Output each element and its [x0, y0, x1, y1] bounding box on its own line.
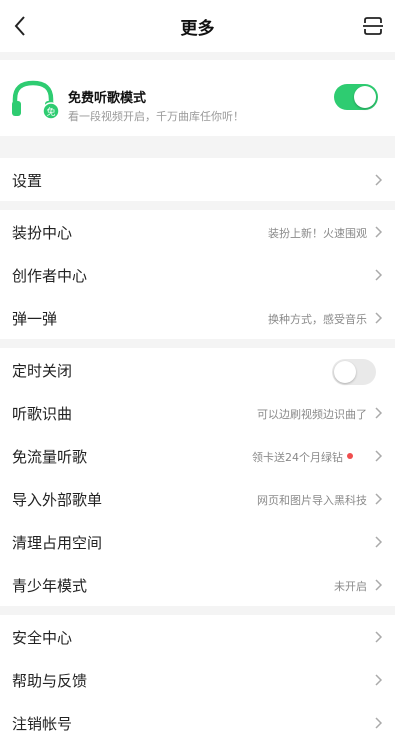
row-security-center[interactable]: 安全中心: [0, 615, 395, 658]
row-clean-storage[interactable]: 清理占用空间: [0, 520, 395, 563]
row-hint: 装扮上新！火速围观: [268, 227, 367, 240]
chevron-right-icon: [375, 312, 383, 324]
scan-icon: [363, 17, 383, 35]
page-title: 更多: [180, 19, 215, 39]
row-hint: 换种方式，感受音乐: [268, 313, 367, 326]
free-mode-title: 免费听歌模式: [68, 91, 147, 106]
chevron-right-icon: [375, 493, 383, 505]
row-hint: 领卡送24个月绿钻: [252, 451, 343, 464]
row-label: 青少年模式: [12, 577, 88, 595]
row-dress-center[interactable]: 装扮中心 装扮上新！火速围观: [0, 210, 395, 253]
row-label: 创作者中心: [12, 267, 88, 285]
free-badge-text: 免: [46, 106, 55, 118]
chevron-right-icon: [375, 579, 383, 591]
chevron-right-icon: [375, 631, 383, 643]
row-settings[interactable]: 设置: [0, 158, 395, 201]
headphone-icon: 免: [12, 80, 60, 120]
row-label: 导入外部歌单: [12, 491, 103, 509]
row-timer-off: 定时关闭: [0, 348, 395, 391]
group-personal: 装扮中心 装扮上新！火速围观 创作者中心 弹一弹 换种方式，感受音乐: [0, 210, 395, 339]
row-hint: 未开启: [334, 580, 367, 593]
free-mode-toggle[interactable]: [334, 84, 378, 110]
timer-toggle[interactable]: [332, 359, 376, 385]
row-song-recognition[interactable]: 听歌识曲 可以边刷视频边识曲了: [0, 391, 395, 434]
row-youth-mode[interactable]: 青少年模式 未开启: [0, 563, 395, 606]
row-creator-center[interactable]: 创作者中心: [0, 253, 395, 296]
row-label: 帮助与反馈: [12, 672, 88, 690]
row-import-playlist[interactable]: 导入外部歌单 网页和图片导入黑科技: [0, 477, 395, 520]
row-label: 清理占用空间: [12, 534, 103, 552]
row-label: 安全中心: [12, 629, 73, 647]
group-account: 安全中心 帮助与反馈 注销帐号: [0, 615, 395, 731]
row-label: 弹一弹: [12, 310, 58, 328]
toggle-knob: [354, 86, 376, 108]
chevron-right-icon: [375, 226, 383, 238]
chevron-right-icon: [375, 407, 383, 419]
row-cancel-account[interactable]: 注销帐号: [0, 701, 395, 731]
chevron-right-icon: [375, 717, 383, 729]
row-label: 定时关闭: [12, 362, 73, 380]
row-free-flow[interactable]: 免流量听歌 领卡送24个月绿钻: [0, 434, 395, 477]
chevron-right-icon: [375, 450, 383, 462]
row-label: 设置: [12, 172, 43, 190]
free-mode-card: 免 免费听歌模式 看一段视频开启，千万曲库任你听！: [0, 60, 395, 136]
row-help-feedback[interactable]: 帮助与反馈: [0, 658, 395, 701]
row-tan[interactable]: 弹一弹 换种方式，感受音乐: [0, 296, 395, 339]
chevron-right-icon: [375, 536, 383, 548]
row-label: 听歌识曲: [12, 405, 73, 423]
notification-dot: [347, 453, 353, 459]
row-hint: 可以边刷视频边识曲了: [257, 408, 367, 421]
free-mode-subtitle: 看一段视频开启，千万曲库任你听！: [68, 110, 244, 123]
row-label: 注销帐号: [12, 715, 73, 731]
group-tools: 定时关闭 听歌识曲 可以边刷视频边识曲了 免流量听歌 领卡送24个月绿钻 导入外…: [0, 348, 395, 606]
scan-button[interactable]: [359, 12, 387, 40]
settings-card: 设置: [0, 158, 395, 201]
row-label: 装扮中心: [12, 224, 73, 242]
row-hint: 网页和图片导入黑科技: [257, 494, 367, 507]
toggle-knob: [334, 361, 356, 383]
chevron-right-icon: [375, 174, 383, 186]
top-bar: 更多: [0, 0, 395, 52]
chevron-right-icon: [375, 674, 383, 686]
chevron-right-icon: [375, 269, 383, 281]
row-label: 免流量听歌: [12, 448, 88, 466]
